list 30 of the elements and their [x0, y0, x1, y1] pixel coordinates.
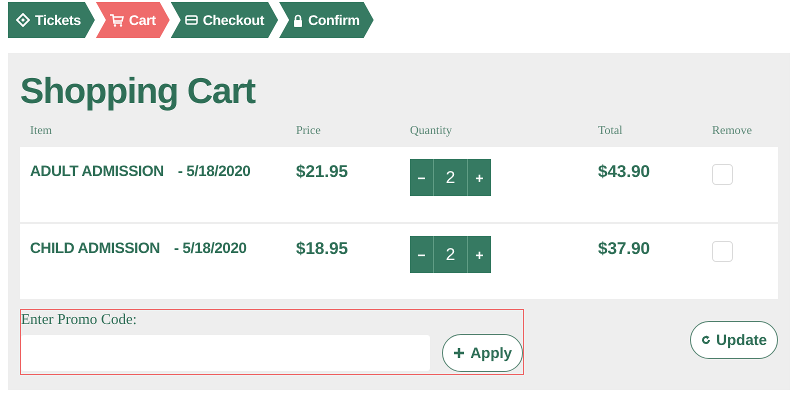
- item-total: $37.90: [598, 238, 651, 259]
- column-header: Price: [296, 123, 322, 138]
- ticket-icon: [16, 13, 30, 27]
- column-header: Quantity: [410, 123, 453, 138]
- item-date: - 5/18/2020: [174, 240, 247, 257]
- step-tab[interactable]: Confirm: [279, 2, 374, 38]
- column-header: Total: [598, 123, 624, 138]
- item-name: ADULT ADMISSION: [30, 163, 164, 180]
- plus-icon: [453, 347, 466, 359]
- step-tab[interactable]: Cart: [96, 2, 170, 38]
- item-name: CHILD ADMISSION: [30, 240, 160, 257]
- page-title: Shopping Cart: [20, 71, 256, 111]
- update-button[interactable]: Update: [690, 321, 778, 359]
- promo-code-field[interactable]: [21, 335, 430, 371]
- item-price: $18.95: [296, 238, 349, 259]
- column-header: Remove: [712, 123, 753, 138]
- remove-checkbox[interactable]: [712, 241, 733, 262]
- lock-icon: [293, 14, 304, 26]
- step-tab[interactable]: Tickets: [8, 2, 95, 38]
- item-price: $21.95: [296, 161, 349, 182]
- column-header: Item: [30, 123, 53, 138]
- promo-label: Enter Promo Code:: [21, 311, 138, 330]
- cart-icon: [110, 14, 124, 26]
- step-tab[interactable]: Checkout: [170, 2, 278, 38]
- credit-card-icon: [184, 15, 198, 25]
- apply-button[interactable]: Apply: [442, 334, 523, 372]
- remove-checkbox[interactable]: [712, 164, 733, 185]
- item-total: $43.90: [598, 161, 651, 182]
- item-date: - 5/18/2020: [178, 163, 250, 180]
- refresh-icon: [701, 335, 712, 345]
